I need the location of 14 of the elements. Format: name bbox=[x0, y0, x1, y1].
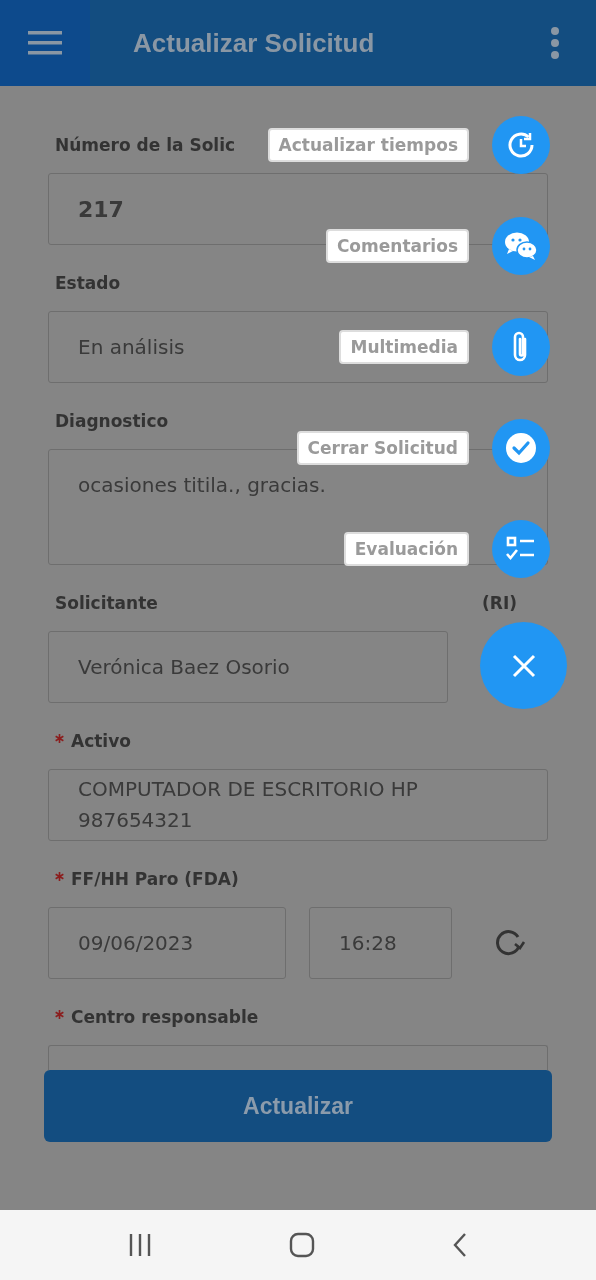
field-label: Centro responsable bbox=[71, 1007, 259, 1027]
action-tooltip: Evaluación bbox=[343, 532, 469, 566]
action-tooltip: Multimedia bbox=[339, 330, 469, 364]
field-label: Estado bbox=[55, 273, 121, 293]
field-label: Diagnostico bbox=[55, 411, 169, 431]
action-tooltip: Actualizar tiempos bbox=[267, 128, 469, 162]
field-label: FF/HH Paro (FDA) bbox=[71, 869, 239, 889]
action-tooltip: Comentarios bbox=[325, 229, 469, 263]
action-tooltip: Cerrar Solicitud bbox=[296, 431, 469, 465]
field-label: Solicitante bbox=[55, 593, 158, 613]
side-label: (RI) bbox=[482, 593, 517, 613]
field-label: Número de la Solic bbox=[55, 135, 236, 155]
screen-title: Actualizar Solicitud bbox=[133, 27, 376, 59]
field-label: Activo bbox=[71, 731, 131, 751]
